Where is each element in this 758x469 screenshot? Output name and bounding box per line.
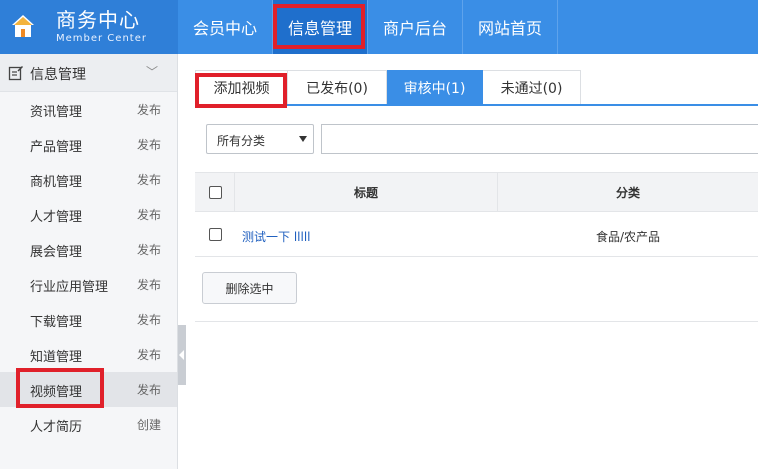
tab-published[interactable]: 已发布(0) bbox=[288, 70, 387, 105]
sidebar-collapse-handle[interactable] bbox=[178, 325, 186, 385]
sidebar-item-label[interactable]: 行业应用管理 bbox=[30, 276, 108, 295]
sidebar-item-action[interactable]: 发布 bbox=[137, 381, 161, 398]
sidebar-item-news[interactable]: 资讯管理 发布 bbox=[0, 92, 177, 127]
table-header: 标题 分类 bbox=[195, 172, 758, 212]
sidebar-item-label[interactable]: 资讯管理 bbox=[30, 101, 82, 120]
collapse-left-icon bbox=[179, 350, 184, 360]
search-input[interactable] bbox=[321, 124, 758, 154]
category-select[interactable]: 所有分类 bbox=[206, 124, 314, 154]
sidebar-item-downloads[interactable]: 下载管理 发布 bbox=[0, 302, 177, 337]
sidebar-item-action[interactable]: 创建 bbox=[137, 416, 161, 433]
table-row: 测试一下 lllll 食品/农产品 bbox=[195, 212, 758, 257]
sidebar-item-label[interactable]: 产品管理 bbox=[30, 136, 82, 155]
chevron-down-icon bbox=[299, 136, 307, 142]
sidebar-item-talent[interactable]: 人才管理 发布 bbox=[0, 197, 177, 232]
logo-subtitle: Member Center bbox=[56, 33, 147, 44]
sidebar-item-action[interactable]: 发布 bbox=[137, 311, 161, 328]
top-header: 商务中心 Member Center 会员中心 信息管理 商户后台 网站首页 bbox=[0, 0, 758, 54]
main-nav: 会员中心 信息管理 商户后台 网站首页 bbox=[178, 0, 558, 54]
sidebar-item-label[interactable]: 下载管理 bbox=[30, 311, 82, 330]
nav-merchant-backend[interactable]: 商户后台 bbox=[368, 0, 463, 54]
logo[interactable]: 商务中心 Member Center bbox=[0, 0, 178, 54]
sidebar-item-label[interactable]: 人才管理 bbox=[30, 206, 82, 225]
sidebar-item-knowledge[interactable]: 知道管理 发布 bbox=[0, 337, 177, 372]
highlight-box-tab bbox=[195, 73, 287, 108]
header-check-cell bbox=[195, 173, 235, 212]
sidebar-item-resumes[interactable]: 人才简历 创建 bbox=[0, 407, 177, 442]
sidebar-section-header[interactable]: 信息管理 ﹀ bbox=[0, 54, 177, 92]
row-category: 食品/农产品 bbox=[595, 230, 661, 244]
sidebar-item-action[interactable]: 发布 bbox=[137, 136, 161, 153]
sidebar-item-action[interactable]: 发布 bbox=[137, 241, 161, 258]
edit-icon bbox=[8, 65, 24, 81]
sidebar-item-label[interactable]: 商机管理 bbox=[30, 171, 82, 190]
sidebar-item-industry-apps[interactable]: 行业应用管理 发布 bbox=[0, 267, 177, 302]
highlight-box-sidebar bbox=[16, 368, 104, 408]
sidebar-item-exhibitions[interactable]: 展会管理 发布 bbox=[0, 232, 177, 267]
sidebar-item-label[interactable]: 展会管理 bbox=[30, 241, 82, 260]
nav-member-center[interactable]: 会员中心 bbox=[178, 0, 273, 54]
sidebar-item-label[interactable]: 知道管理 bbox=[30, 346, 82, 365]
select-all-checkbox[interactable] bbox=[209, 186, 222, 199]
sidebar-item-label[interactable]: 人才简历 bbox=[30, 416, 82, 435]
row-checkbox[interactable] bbox=[209, 228, 222, 241]
category-select-value: 所有分类 bbox=[217, 134, 266, 148]
sidebar-item-opportunities[interactable]: 商机管理 发布 bbox=[0, 162, 177, 197]
highlight-box-nav bbox=[273, 4, 365, 49]
sidebar-item-products[interactable]: 产品管理 发布 bbox=[0, 127, 177, 162]
nav-website-home[interactable]: 网站首页 bbox=[463, 0, 558, 54]
sidebar-item-action[interactable]: 发布 bbox=[137, 346, 161, 363]
home-icon bbox=[12, 15, 34, 37]
tab-under-review[interactable]: 审核中(1) bbox=[387, 70, 483, 105]
chevron-down-icon[interactable]: ﹀ bbox=[146, 63, 158, 80]
row-title-link[interactable]: 测试一下 lllll bbox=[242, 228, 311, 245]
sidebar-item-action[interactable]: 发布 bbox=[137, 101, 161, 118]
divider bbox=[195, 321, 758, 322]
sidebar-item-action[interactable]: 发布 bbox=[137, 171, 161, 188]
delete-selected-button[interactable]: 删除选中 bbox=[202, 272, 297, 304]
sidebar-item-action[interactable]: 发布 bbox=[137, 276, 161, 293]
column-header-title: 标题 bbox=[235, 173, 498, 212]
column-header-category: 分类 bbox=[615, 186, 640, 200]
sidebar-section-label: 信息管理 bbox=[30, 67, 86, 83]
sidebar-item-action[interactable]: 发布 bbox=[137, 206, 161, 223]
logo-title: 商务中心 bbox=[56, 8, 140, 32]
tab-rejected[interactable]: 未通过(0) bbox=[483, 70, 581, 105]
